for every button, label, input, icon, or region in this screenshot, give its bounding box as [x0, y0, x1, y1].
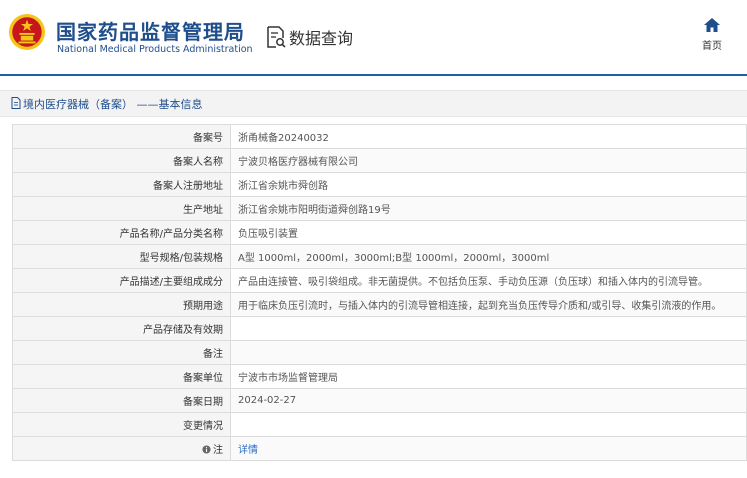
field-value: [230, 412, 747, 437]
header-divider: [0, 74, 747, 76]
field-value: 宁波市市场监督管理局: [230, 364, 747, 389]
field-label: 型号规格/包装规格: [12, 244, 231, 269]
field-label: 产品存储及有效期: [12, 316, 231, 341]
field-value: 浙江省余姚市阳明街道舜创路19号: [230, 196, 747, 221]
field-value: 宁波贝格医疗器械有限公司: [230, 148, 747, 173]
details-link[interactable]: 详情: [238, 445, 258, 456]
field-value: 负压吸引装置: [230, 220, 747, 245]
field-label: 备案日期: [12, 388, 231, 413]
field-label: 备案人注册地址: [12, 172, 231, 197]
table-row: 产品存储及有效期: [12, 316, 747, 341]
home-label: 首页: [702, 41, 722, 52]
table-row: 备案人注册地址 浙江省余姚市舜创路: [12, 172, 747, 197]
field-value: 产品由连接管、吸引袋组成。非无菌提供。不包括负压泵、手动负压源（负压球）和插入体…: [230, 268, 747, 293]
field-label: 生产地址: [12, 196, 231, 221]
home-link[interactable]: 首页: [696, 18, 728, 53]
table-row: 预期用途 用于临床负压引流时，与插入体内的引流导管相连接，起到充当负压传导介质和/…: [12, 292, 747, 317]
note-value-cell: 详情: [230, 436, 747, 461]
table-row: 产品描述/主要组成成分 产品由连接管、吸引袋组成。非无菌提供。不包括负压泵、手动负…: [12, 268, 747, 293]
table-row: 型号规格/包装规格 A型 1000ml，2000ml，3000ml;B型 1000…: [12, 244, 747, 269]
document-icon: [11, 97, 21, 109]
note-label-cell: 注: [12, 436, 231, 461]
field-label: 产品名称/产品分类名称: [12, 220, 231, 245]
field-value: 2024-02-27: [230, 388, 747, 413]
field-label: 备案人名称: [12, 148, 231, 173]
data-query-title: 数据查询: [289, 29, 354, 48]
table-row: 备案号 浙甬械备20240032: [12, 124, 747, 149]
field-label: 备案单位: [12, 364, 231, 389]
record-detail-table: 备案号 浙甬械备20240032 备案人名称 宁波贝格医疗器械有限公司 备案人注册地址浙…: [12, 124, 747, 461]
table-row: 变更情况: [12, 412, 747, 437]
table-row: 生产地址 浙江省余姚市阳明街道舜创路19号: [12, 196, 747, 221]
breadcrumb-text: 境内医疗器械（备案） ——基本信息: [23, 98, 203, 111]
field-value: 浙江省余姚市舜创路: [230, 172, 747, 197]
note-label: 注: [213, 445, 223, 456]
table-row: 产品名称/产品分类名称 负压吸引装置: [12, 220, 747, 245]
table-row: 备案单位 宁波市市场监督管理局: [12, 364, 747, 389]
breadcrumb: 境内医疗器械（备案） ——基本信息: [0, 90, 747, 117]
table-row: 备案人名称 宁波贝格医疗器械有限公司: [12, 148, 747, 173]
field-value: [230, 340, 747, 365]
national-emblem-icon: [8, 13, 46, 51]
field-label: 备案号: [12, 124, 231, 149]
field-value: [230, 316, 747, 341]
info-icon: [202, 445, 211, 454]
home-icon: [704, 18, 720, 32]
agency-name-en: National Medical Products Administration: [57, 44, 253, 55]
field-label: 产品描述/主要组成成分: [12, 268, 231, 293]
document-search-icon: [267, 26, 286, 48]
site-header: 国家药品监督管理局 National Medical Products Admi…: [0, 0, 747, 74]
field-label: 变更情况: [12, 412, 231, 437]
field-value: 浙甬械备20240032: [230, 124, 747, 149]
note-row: 注 详情: [12, 436, 747, 461]
field-value: 用于临床负压引流时，与插入体内的引流导管相连接，起到充当负压传导介质和/或引导、…: [230, 292, 747, 317]
field-value: A型 1000ml，2000ml，3000ml;B型 1000ml，2000ml…: [230, 244, 747, 269]
table-row: 备注: [12, 340, 747, 365]
field-label: 备注: [12, 340, 231, 365]
field-label: 预期用途: [12, 292, 231, 317]
agency-name-cn: 国家药品监督管理局: [56, 20, 245, 44]
table-row: 备案日期 2024-02-27: [12, 388, 747, 413]
